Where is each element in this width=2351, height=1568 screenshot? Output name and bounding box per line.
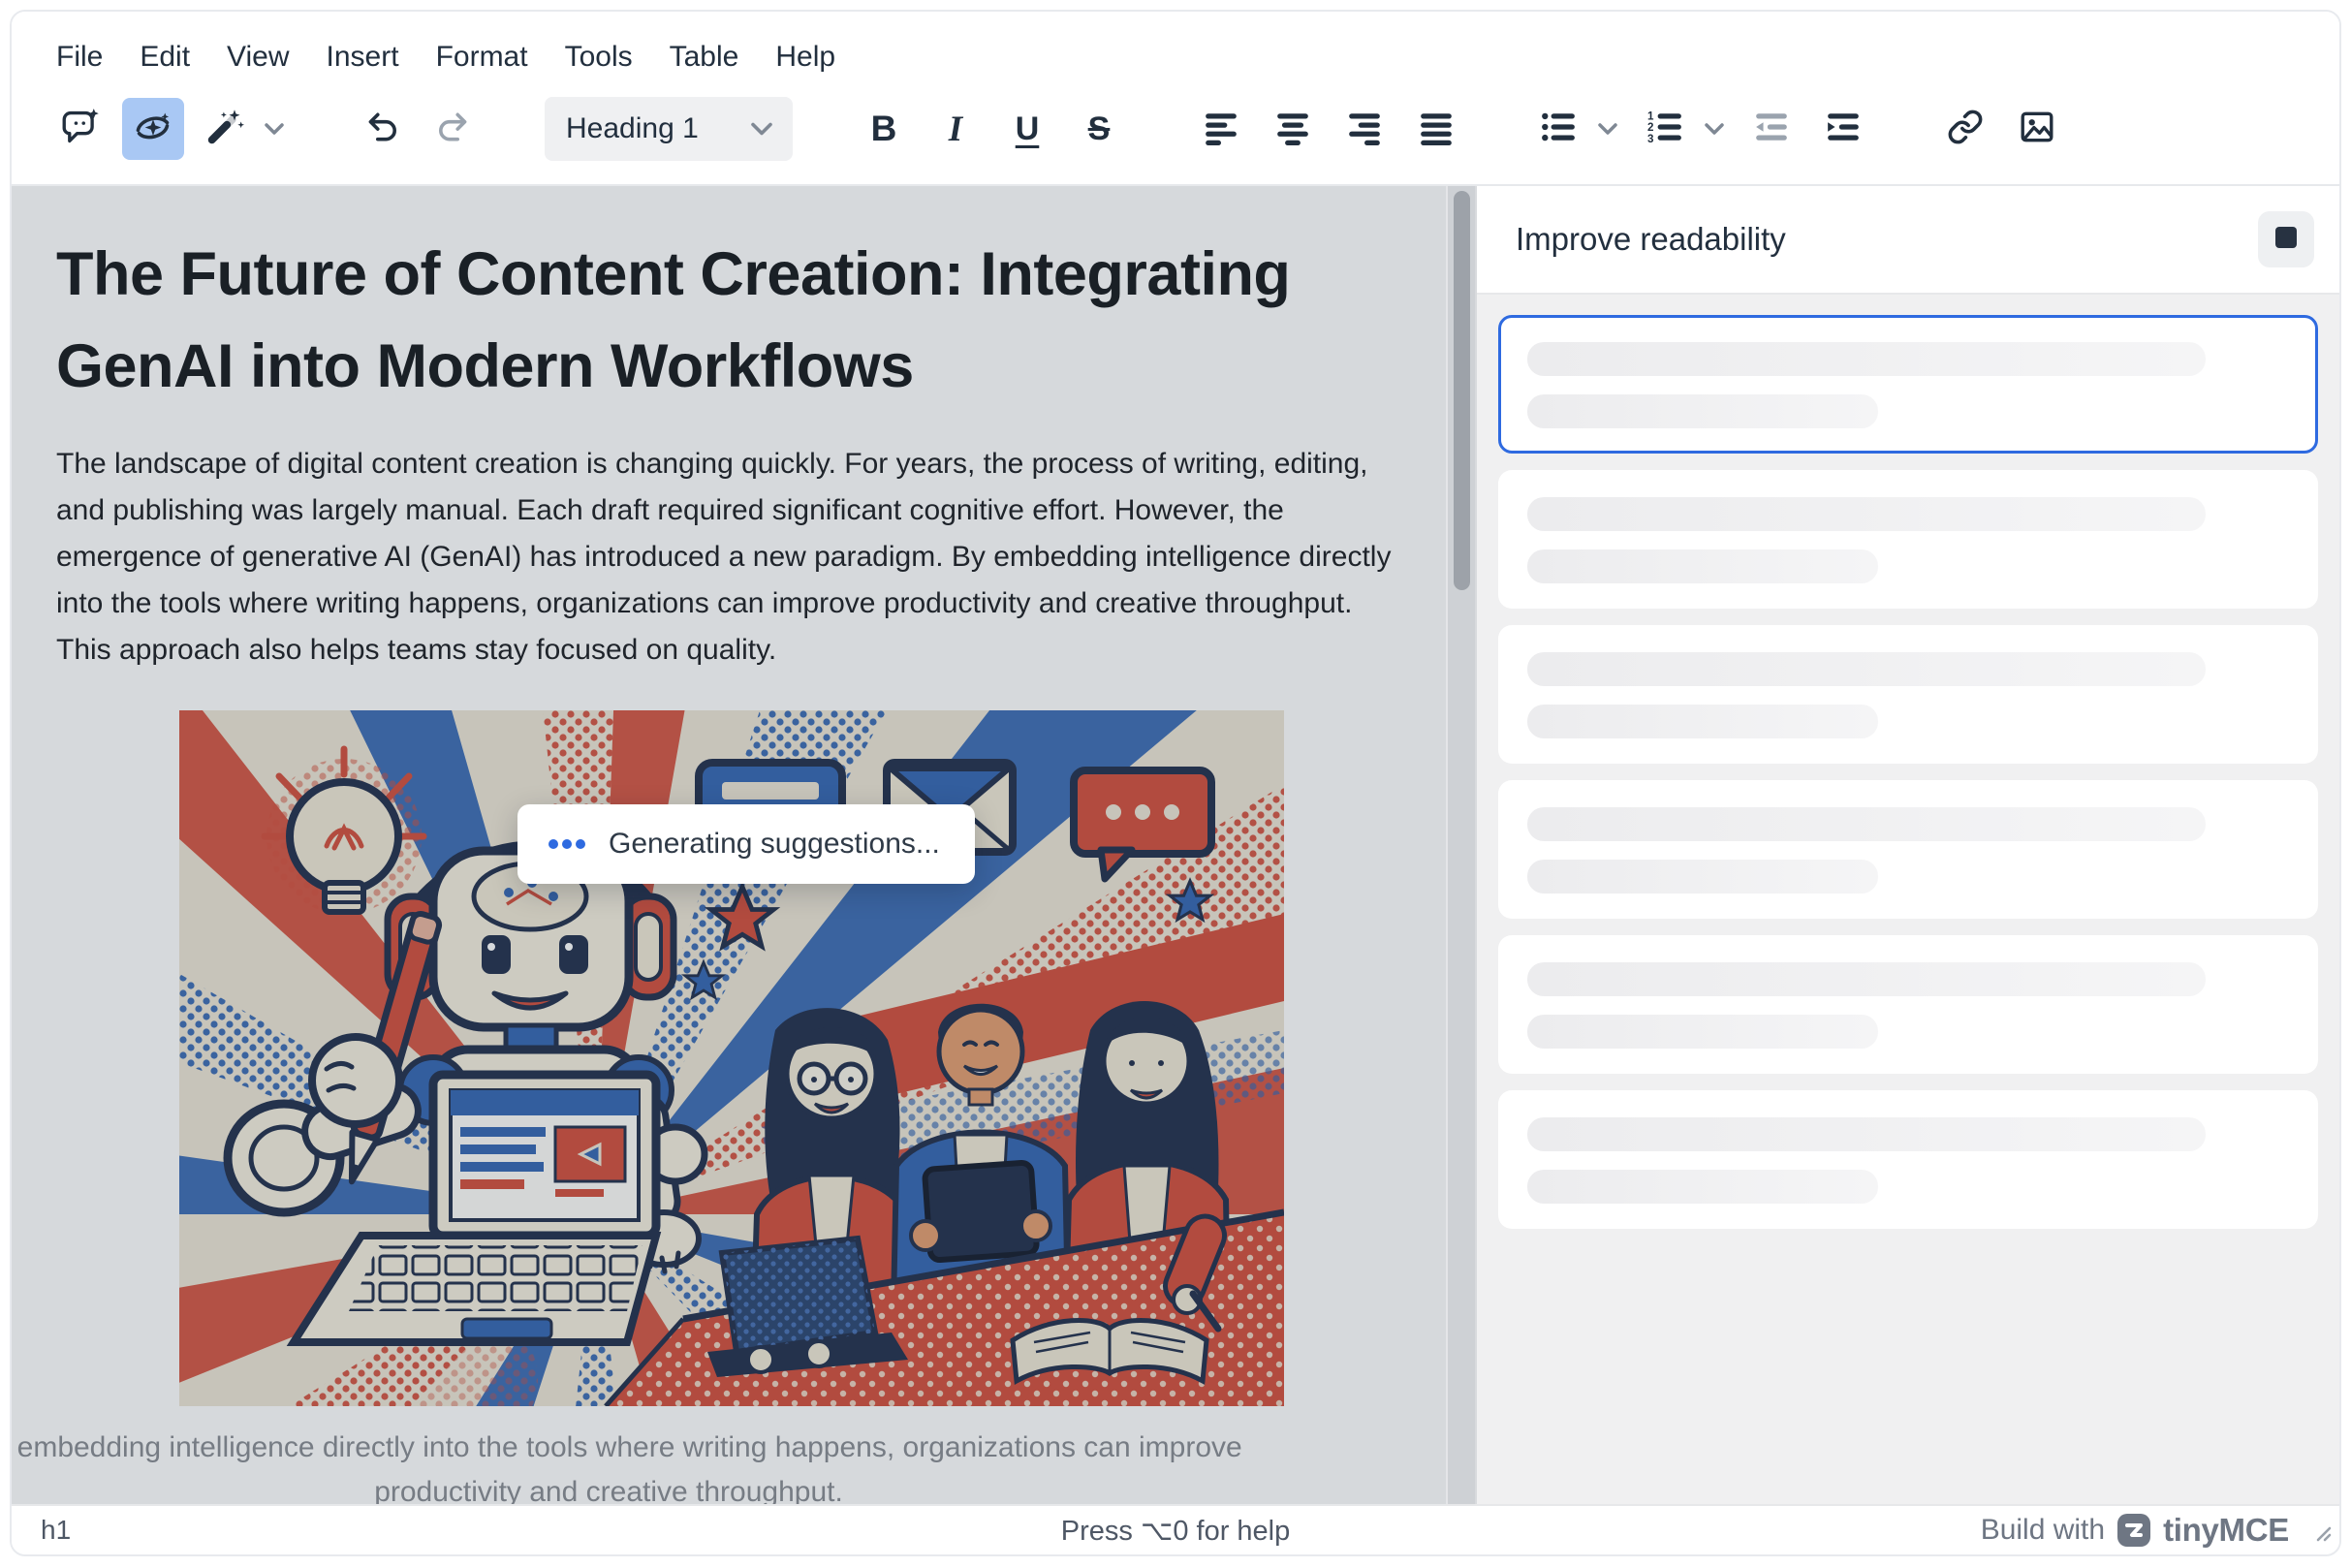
bullet-list-icon [1540, 109, 1577, 150]
statusbar: h1 Press ⌥0 for help Build with tinyMCE [12, 1504, 2339, 1554]
skeleton-bar [1527, 1015, 1878, 1049]
menu-help[interactable]: Help [757, 35, 854, 79]
brand-prefix: Build with [1981, 1514, 2105, 1547]
editor-area: The Future of Content Creation: Integrat… [12, 186, 1475, 1504]
ai-review-button[interactable] [122, 98, 184, 160]
app-window: File Edit View Insert Format Tools Table… [10, 10, 2341, 1556]
link-icon [1947, 109, 1984, 150]
stop-generation-button[interactable] [2258, 211, 2314, 267]
menu-tools[interactable]: Tools [547, 35, 651, 79]
italic-icon: I [949, 109, 962, 150]
loading-dots-icon [549, 839, 585, 849]
underline-button[interactable]: U [996, 98, 1058, 160]
sidebar-title: Improve readability [1516, 221, 1786, 258]
chevron-down-icon [750, 120, 773, 138]
skeleton-bar [1527, 860, 1878, 894]
format-select-value: Heading 1 [566, 112, 699, 145]
skeleton-bar [1527, 705, 1878, 738]
magic-wand-icon [205, 108, 244, 151]
strikethrough-button[interactable]: S [1068, 98, 1130, 160]
align-center-button[interactable] [1262, 98, 1324, 160]
format-select[interactable]: Heading 1 [545, 97, 793, 161]
skeleton-bar [1527, 1117, 2206, 1151]
suggestion-card-skeleton[interactable] [1498, 780, 2318, 919]
editor-scrollbar[interactable] [1446, 186, 1475, 1504]
menu-format[interactable]: Format [418, 35, 547, 79]
align-right-icon [1346, 109, 1383, 150]
menu-table[interactable]: Table [651, 35, 758, 79]
skeleton-bar [1527, 342, 2206, 376]
underline-icon: U [1016, 110, 1040, 148]
image-icon [2019, 109, 2055, 150]
tinymce-logo-icon [2116, 1513, 2151, 1548]
svg-text:3: 3 [1647, 132, 1654, 144]
skeleton-bar [1527, 394, 1878, 428]
ai-chat-button[interactable] [50, 98, 112, 160]
sidebar-header: Improve readability [1477, 186, 2339, 295]
suggestion-card-skeleton[interactable] [1498, 935, 2318, 1074]
suggestion-card-skeleton[interactable] [1498, 470, 2318, 609]
numbered-list-button[interactable]: 1 2 3 [1634, 98, 1696, 160]
brand-name: tinyMCE [2163, 1512, 2289, 1549]
numbered-list-chevron[interactable] [1698, 98, 1731, 160]
suggestion-card-skeleton[interactable] [1498, 315, 2318, 454]
skeleton-bar [1527, 652, 2206, 686]
menu-insert[interactable]: Insert [308, 35, 418, 79]
element-path[interactable]: h1 [41, 1515, 71, 1546]
bold-icon: B [871, 109, 897, 149]
bold-button[interactable]: B [853, 98, 915, 160]
link-button[interactable] [1934, 98, 1996, 160]
indent-icon [1825, 109, 1862, 150]
redo-icon [435, 109, 472, 150]
undo-button[interactable] [351, 98, 413, 160]
suggestion-card-skeleton[interactable] [1498, 625, 2318, 764]
align-center-icon [1274, 109, 1311, 150]
ai-sidebar: Improve readability [1475, 186, 2339, 1504]
indent-button[interactable] [1812, 98, 1874, 160]
align-justify-icon [1418, 109, 1455, 150]
outdent-icon [1753, 109, 1790, 150]
skeleton-bar [1527, 549, 1878, 583]
ai-shortcuts-chevron[interactable] [258, 98, 291, 160]
toolbar: Heading 1 B I U S [12, 83, 2339, 186]
menu-view[interactable]: View [208, 35, 307, 79]
bullet-list-chevron[interactable] [1591, 98, 1624, 160]
skeleton-bar [1527, 497, 2206, 531]
generating-toast: Generating suggestions... [517, 804, 975, 884]
toast-label: Generating suggestions... [609, 828, 940, 861]
strikethrough-icon: S [1088, 110, 1111, 148]
menu-file[interactable]: File [56, 35, 121, 79]
skeleton-bar [1527, 962, 2206, 996]
suggestion-list [1477, 295, 2339, 1249]
undo-icon [363, 109, 400, 150]
align-left-button[interactable] [1190, 98, 1252, 160]
italic-button[interactable]: I [925, 98, 987, 160]
suggestion-card-skeleton[interactable] [1498, 1090, 2318, 1229]
ai-shortcuts-button[interactable] [194, 98, 256, 160]
ai-chat-icon [62, 108, 101, 151]
skeleton-bar [1527, 1170, 1878, 1204]
outdent-button[interactable] [1740, 98, 1802, 160]
bullet-list-button[interactable] [1527, 98, 1589, 160]
align-justify-button[interactable] [1405, 98, 1467, 160]
align-left-icon [1203, 109, 1239, 150]
skeleton-bar [1527, 807, 2206, 841]
menu-edit[interactable]: Edit [121, 35, 208, 79]
numbered-list-icon: 1 2 3 [1646, 109, 1683, 150]
stop-icon [2274, 226, 2298, 254]
insert-image-button[interactable] [2006, 98, 2068, 160]
menubar: File Edit View Insert Format Tools Table… [12, 12, 2339, 83]
redo-button[interactable] [423, 98, 485, 160]
tinymce-branding[interactable]: Build with tinyMCE [1981, 1512, 2314, 1549]
editor-scrollbar-thumb[interactable] [1454, 191, 1470, 590]
ai-review-icon [134, 108, 172, 151]
align-right-button[interactable] [1333, 98, 1395, 160]
